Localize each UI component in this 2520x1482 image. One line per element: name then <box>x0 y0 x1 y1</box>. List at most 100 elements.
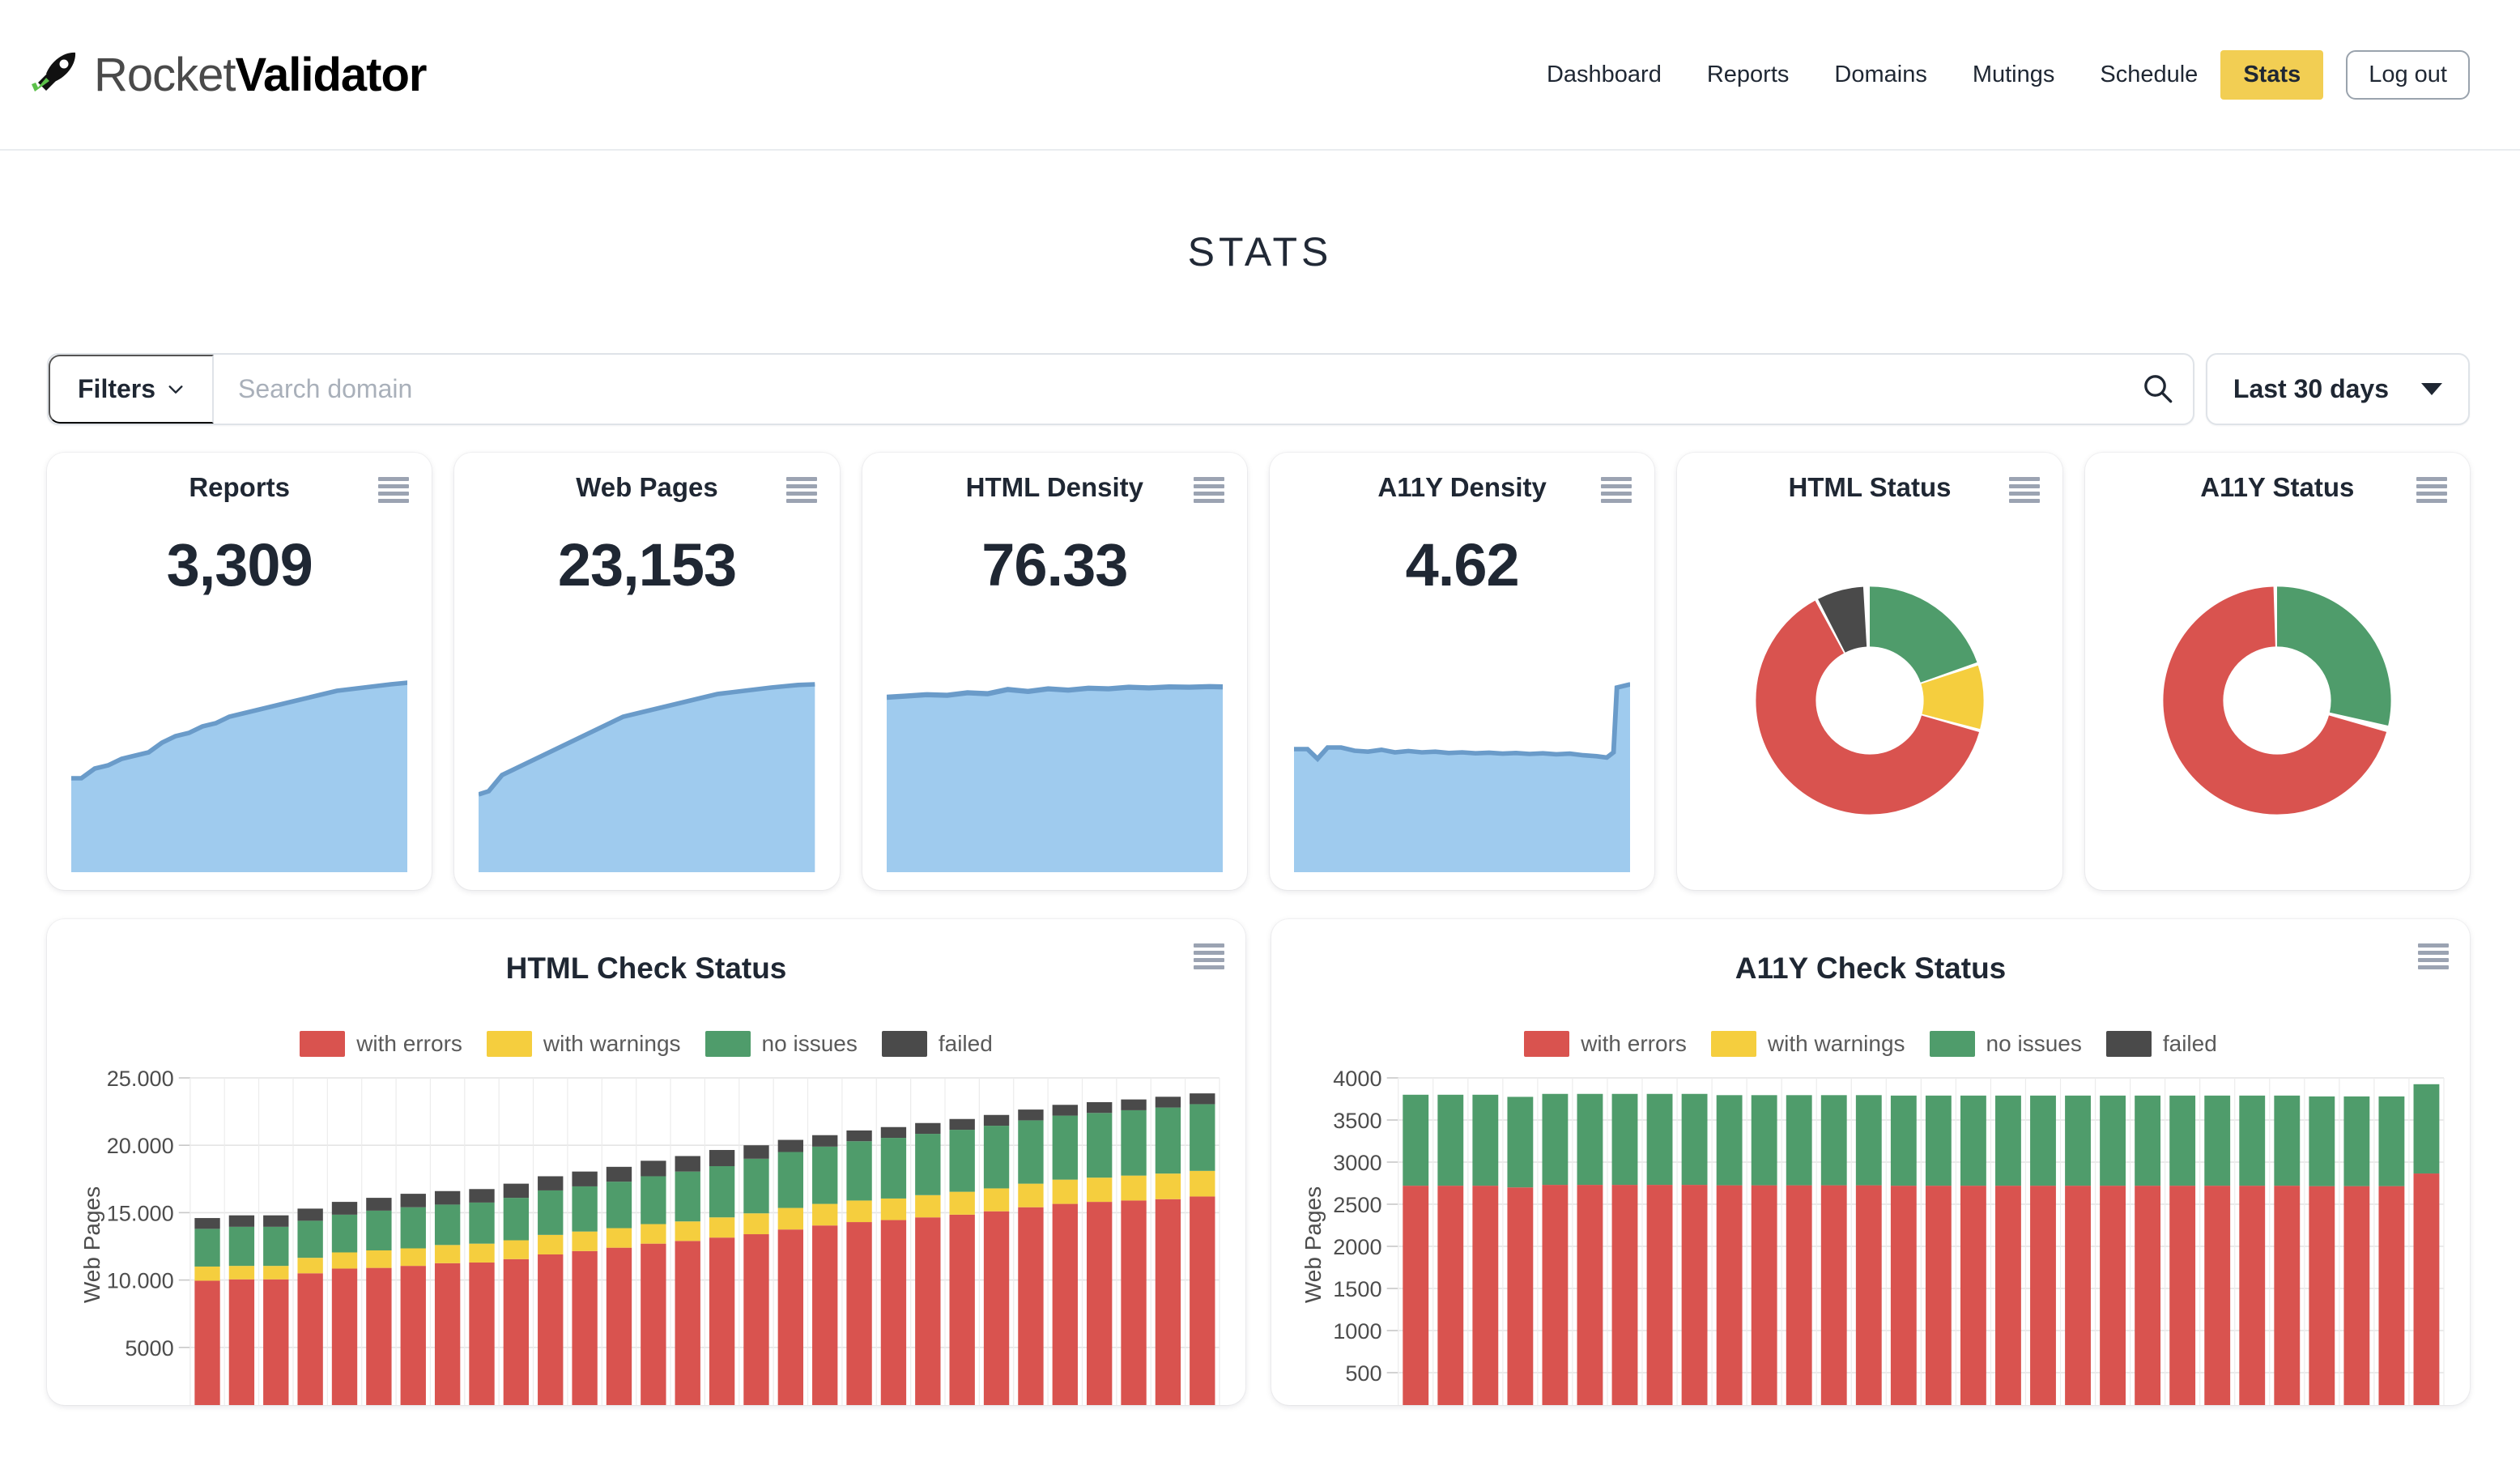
nav-item-domains[interactable]: Domains <box>1811 50 1949 100</box>
card-title: HTML Status <box>1788 472 1952 502</box>
kpi-card-reports: Reports 3,309 <box>47 453 432 890</box>
hamburger-menu-icon[interactable] <box>2416 477 2447 503</box>
date-range-select[interactable]: Last 30 days <box>2205 353 2470 425</box>
legend-swatch-failed <box>881 1031 927 1057</box>
svg-text:3500: 3500 <box>1333 1108 1381 1133</box>
legend-swatch-with-errors <box>1524 1031 1570 1057</box>
legend-swatch-with-warnings <box>486 1031 532 1057</box>
legend-item[interactable]: with warnings <box>1710 1031 1905 1057</box>
hamburger-menu-icon[interactable] <box>1194 943 1224 969</box>
rocket-check-icon <box>24 45 84 104</box>
sparkline-reports <box>65 678 414 890</box>
legend-item[interactable]: failed <box>2105 1031 2217 1057</box>
legend-swatch-with-warnings <box>1710 1031 1756 1057</box>
caret-down-icon <box>2421 383 2442 395</box>
chart-card-html-check-status: HTML Check Status with errors with warni… <box>47 919 1245 1405</box>
legend-label: with warnings <box>543 1031 681 1056</box>
plot-area-a11y-check-status: Web Pages 500 1000 1500 2000 2500 3000 3500 400… <box>1292 1066 2449 1405</box>
svg-text:2000: 2000 <box>1333 1234 1381 1259</box>
brand-name-bold: Validator <box>235 48 428 101</box>
card-header: Web Pages <box>472 472 821 521</box>
kpi-card-row: Reports 3,309 Web Pages 23,153 HTML Dens… <box>47 453 2470 890</box>
search-icon <box>2141 372 2173 407</box>
legend-swatch-no-issues <box>1929 1031 1975 1057</box>
svg-text:5000: 5000 <box>125 1335 173 1361</box>
svg-text:15.000: 15.000 <box>107 1200 174 1225</box>
card-header: HTML Density <box>880 472 1229 521</box>
svg-text:500: 500 <box>1345 1361 1381 1386</box>
card-title: A11Y Density <box>1377 472 1547 502</box>
card-title: HTML Density <box>965 472 1144 502</box>
svg-text:3000: 3000 <box>1333 1150 1381 1175</box>
legend-swatch-no-issues <box>704 1031 751 1057</box>
y-axis-label: Web Pages <box>1300 1186 1326 1304</box>
search-input[interactable] <box>214 355 2122 424</box>
hamburger-menu-icon[interactable] <box>1601 477 1632 503</box>
legend-item[interactable]: with warnings <box>486 1031 681 1057</box>
y-axis-label: Web Pages <box>79 1186 104 1304</box>
kpi-card-a11y-status: A11Y Status <box>2084 453 2470 890</box>
brand-name-light: Rocket <box>94 48 236 101</box>
legend-item[interactable]: no issues <box>1929 1031 2082 1057</box>
filters-button-label: Filters <box>78 374 156 403</box>
legend-item[interactable]: with errors <box>1524 1031 1687 1057</box>
kpi-card-web-pages: Web Pages 23,153 <box>454 453 840 890</box>
nav-item-schedule[interactable]: Schedule <box>2077 50 2220 100</box>
svg-text:1000: 1000 <box>1333 1318 1381 1344</box>
card-header: HTML Status <box>1695 472 2044 521</box>
chevron-down-icon <box>167 381 185 398</box>
nav-item-dashboard[interactable]: Dashboard <box>1524 50 1684 100</box>
card-header: A11Y Status <box>2103 472 2452 521</box>
legend-label: no issues <box>761 1031 858 1056</box>
sparkline-web-pages <box>472 678 821 890</box>
card-title: Reports <box>189 472 290 502</box>
logout-button[interactable]: Log out <box>2346 49 2470 100</box>
filter-toolbar: Filters Last 30 days <box>47 353 2470 425</box>
card-header: Reports <box>65 472 414 521</box>
card-title: A11Y Status <box>2200 472 2355 502</box>
date-range-label: Last 30 days <box>2233 374 2389 403</box>
nav-item-mutings[interactable]: Mutings <box>1950 50 2078 100</box>
legend-item[interactable]: no issues <box>704 1031 858 1057</box>
nav-item-stats[interactable]: Stats <box>2220 49 2324 100</box>
brand-logo-link[interactable]: RocketValidator <box>24 45 427 104</box>
chart-card-a11y-check-status: A11Y Check Status with errors with warni… <box>1271 919 2470 1405</box>
chart-legend: with errors with warnings no issues fail… <box>1292 1031 2449 1057</box>
svg-text:2500: 2500 <box>1333 1192 1381 1217</box>
svg-text:20.000: 20.000 <box>107 1133 174 1158</box>
hamburger-menu-icon[interactable] <box>378 477 410 503</box>
card-title: Web Pages <box>576 472 718 502</box>
legend-label: with errors <box>356 1031 462 1056</box>
donut-chart-a11y-status <box>2103 526 2452 890</box>
kpi-value: 23,153 <box>557 531 737 598</box>
nav-item-reports[interactable]: Reports <box>1684 50 1812 100</box>
search-group: Filters <box>47 353 2194 425</box>
check-status-chart-row: HTML Check Status with errors with warni… <box>47 919 2470 1405</box>
kpi-value: 76.33 <box>981 531 1128 598</box>
filters-button[interactable]: Filters <box>49 355 215 424</box>
chart-legend: with errors with warnings no issues fail… <box>68 1031 1224 1057</box>
card-header: A11Y Density <box>1288 472 1637 521</box>
legend-label: failed <box>2162 1031 2217 1056</box>
legend-item[interactable]: with errors <box>300 1031 462 1057</box>
app-header: RocketValidator Dashboard Reports Domain… <box>0 0 2520 151</box>
hamburger-menu-icon[interactable] <box>2008 477 2040 503</box>
kpi-card-html-status: HTML Status <box>1677 453 2062 890</box>
kpi-value: 3,309 <box>166 531 313 598</box>
plot-area-html-check-status: Web Pages 5000 10.000 15.000 20.000 25.000 <box>68 1066 1224 1405</box>
search-submit-button[interactable] <box>2122 355 2193 424</box>
chart-title: HTML Check Status <box>505 952 787 985</box>
donut-chart-html-status <box>1695 526 2044 890</box>
legend-swatch-failed <box>2105 1031 2152 1057</box>
kpi-card-a11y-density: A11Y Density 4.62 <box>1269 453 1655 890</box>
legend-item[interactable]: failed <box>881 1031 993 1057</box>
hamburger-menu-icon[interactable] <box>2418 943 2449 969</box>
sparkline-a11y-density <box>1288 678 1637 890</box>
svg-text:10.000: 10.000 <box>107 1268 174 1293</box>
chart-title: A11Y Check Status <box>1735 952 2007 985</box>
svg-text:4000: 4000 <box>1333 1066 1381 1091</box>
legend-label: with warnings <box>1767 1031 1905 1056</box>
svg-text:25.000: 25.000 <box>107 1066 174 1091</box>
hamburger-menu-icon[interactable] <box>1193 477 1224 503</box>
hamburger-menu-icon[interactable] <box>785 477 817 503</box>
